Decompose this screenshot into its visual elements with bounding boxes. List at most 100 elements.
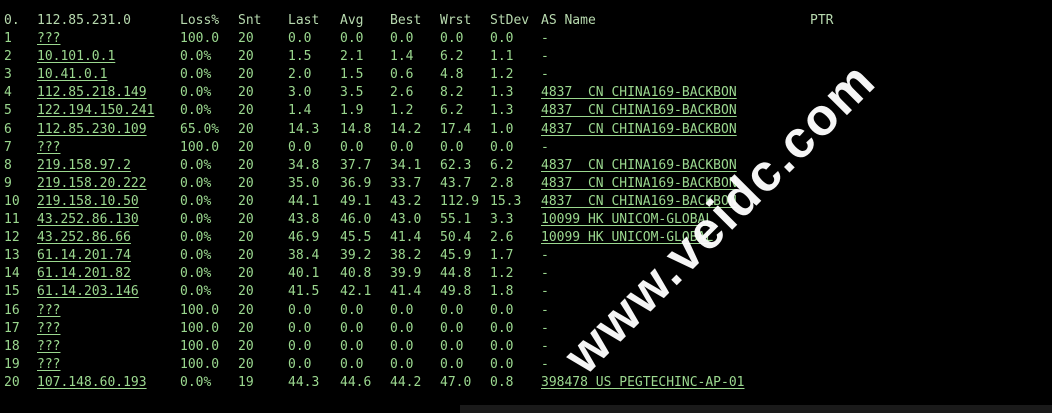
hop-host[interactable]: 61.14.201.74	[37, 247, 131, 265]
hop-wrst: 0.0	[440, 302, 464, 318]
hop-snt: 20	[238, 248, 254, 264]
hop-best: 14.2	[390, 121, 422, 137]
hop-hop: 8	[4, 157, 12, 173]
hop-asn[interactable]: 4837 CN CHINA169-BACKBON	[541, 157, 737, 175]
hop-host[interactable]: 107.148.60.193	[37, 374, 147, 392]
hop-loss: 0.0%	[180, 212, 212, 227]
hop-stdev: 1.1	[490, 49, 514, 65]
hop-host[interactable]: 122.194.150.241	[37, 102, 154, 120]
hop-avg: 45.5	[340, 230, 372, 246]
hop-wrst: 0.0	[440, 31, 464, 46]
header-best: Best	[390, 13, 422, 28]
hop-snt: 20	[238, 157, 254, 173]
hop-last: 40.1	[288, 266, 320, 282]
hop-snt: 20	[238, 212, 254, 227]
hop-avg: 39.2	[340, 248, 372, 264]
hop-avg: 37.7	[340, 157, 372, 173]
hop-last: 34.8	[288, 157, 320, 173]
hop-host[interactable]: ???	[37, 139, 60, 157]
hop-wrst: 43.7	[440, 175, 472, 191]
hop-avg: 1.5	[340, 67, 364, 83]
hop-last: 44.1	[288, 193, 320, 209]
hop-host[interactable]: 112.85.218.149	[37, 84, 147, 102]
hop-stdev: 0.0	[490, 31, 514, 46]
hop-wrst: 0.0	[440, 338, 464, 354]
hop-last: 41.5	[288, 284, 320, 300]
hop-snt: 20	[238, 302, 254, 318]
hop-avg: 3.5	[340, 85, 364, 101]
hop-host[interactable]: 61.14.203.146	[37, 283, 139, 301]
hop-host[interactable]: 61.14.201.82	[37, 265, 131, 283]
hop-host[interactable]: 219.158.10.50	[37, 193, 139, 211]
hop-avg: 0.0	[340, 356, 364, 372]
hop-snt: 20	[238, 230, 254, 246]
hop-avg: 46.0	[340, 212, 372, 227]
hop-best: 0.0	[390, 356, 414, 372]
hop-row: 12 43.252.86.66 0.0% 20 46.9 45.5 41.4 50.4 2.6 1…	[0, 229, 1052, 247]
hop-snt: 20	[238, 49, 254, 65]
hop-wrst: 17.4	[440, 121, 472, 137]
hop-row: 4 112.85.218.149 0.0% 20 3.0 3.5 2.6 8.2 1.3 4837…	[0, 84, 1052, 102]
hop-best: 0.0	[390, 139, 414, 155]
hop-stdev: 1.2	[490, 67, 514, 83]
hop-stdev: 0.8	[490, 374, 514, 390]
terminal-window: 0. 112.85.231.0 Loss% Snt Last Avg Best …	[0, 0, 1052, 413]
hop-asn[interactable]: 398478 US PEGTECHINC-AP-01	[541, 374, 745, 392]
hop-asn[interactable]: 4837 CN CHINA169-BACKBON	[541, 102, 737, 120]
hop-host[interactable]: ???	[37, 30, 60, 48]
hop-asn[interactable]: 4837 CN CHINA169-BACKBON	[541, 121, 737, 139]
hop-row: 17??? 100.0 20 0.0 0.0 0.0 0.0 0.0 -	[0, 320, 1052, 338]
hop-last: 43.8	[288, 212, 320, 227]
hop-loss: 0.0%	[180, 103, 212, 119]
hop-host[interactable]: ???	[37, 338, 60, 356]
hop-wrst: 8.2	[440, 85, 464, 101]
hop-host[interactable]: 112.85.230.109	[37, 121, 147, 139]
hop-avg: 0.0	[340, 302, 364, 318]
hop-stdev: 1.0	[490, 121, 514, 137]
hop-snt: 20	[238, 320, 254, 336]
hop-last: 0.0	[288, 320, 312, 336]
hop-wrst: 49.8	[440, 284, 472, 300]
hop-stdev: 0.0	[490, 338, 514, 354]
hop-host[interactable]: ???	[37, 320, 60, 338]
hop-hop: 2	[4, 49, 12, 65]
hop-snt: 20	[238, 356, 254, 372]
hop-host[interactable]: ???	[37, 302, 60, 320]
hop-hop: 4	[4, 85, 12, 101]
hop-host[interactable]: 219.158.97.2	[37, 157, 131, 175]
hop-stdev: 0.0	[490, 139, 514, 155]
hop-best: 39.9	[390, 266, 422, 282]
hop-host[interactable]: 10.101.0.1	[37, 48, 115, 66]
hop-host[interactable]: 43.252.86.130	[37, 211, 139, 229]
hop-asn[interactable]: 4837 CN CHINA169-BACKBON	[541, 84, 737, 102]
hop-avg: 36.9	[340, 175, 372, 191]
hop-loss: 100.0	[180, 338, 220, 354]
hop-best: 44.2	[390, 374, 422, 390]
hop-asn: -	[541, 31, 549, 46]
hop-asn: -	[541, 284, 549, 300]
hop-snt: 20	[238, 175, 254, 191]
hop-loss: 0.0%	[180, 193, 212, 209]
hop-stdev: 1.3	[490, 85, 514, 101]
hop-best: 2.6	[390, 85, 414, 101]
hop-loss: 100.0	[180, 139, 220, 155]
hop-host[interactable]: 43.252.86.66	[37, 229, 131, 247]
hop-snt: 20	[238, 121, 254, 137]
hop-last: 0.0	[288, 356, 312, 372]
hop-host[interactable]: ???	[37, 356, 60, 374]
hop-last: 14.3	[288, 121, 320, 137]
hop-row: 7??? 100.0 20 0.0 0.0 0.0 0.0 0.0 -	[0, 139, 1052, 157]
hop-avg: 0.0	[340, 338, 364, 354]
hop-avg: 40.8	[340, 266, 372, 282]
hop-snt: 20	[238, 67, 254, 83]
header-row: 0. 112.85.231.0 Loss% Snt Last Avg Best …	[0, 12, 1052, 30]
hop-row: 10 219.158.10.50 0.0% 20 44.1 49.1 43.2 112.9 15…	[0, 193, 1052, 211]
hop-host[interactable]: 10.41.0.1	[37, 66, 107, 84]
hop-loss: 0.0%	[180, 175, 212, 191]
hop-host[interactable]: 219.158.20.222	[37, 175, 147, 193]
hop-stdev: 0.0	[490, 302, 514, 318]
hop-loss: 0.0%	[180, 284, 212, 300]
hop-stdev: 1.7	[490, 248, 514, 264]
hop-asn: -	[541, 356, 549, 372]
hop-snt: 20	[238, 85, 254, 101]
